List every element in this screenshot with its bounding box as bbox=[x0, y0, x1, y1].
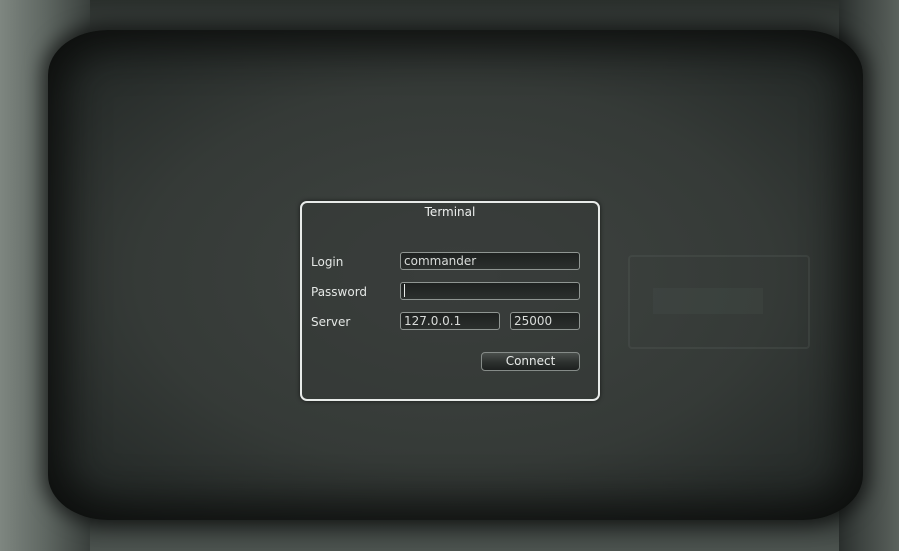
login-input-value: commander bbox=[404, 254, 477, 268]
dialog-title: Terminal bbox=[424, 205, 476, 219]
text-caret bbox=[404, 284, 405, 297]
terminal-login-dialog: Terminal Login commander Password Server… bbox=[300, 201, 600, 401]
server-label: Server bbox=[311, 315, 351, 329]
server-host-value: 127.0.0.1 bbox=[404, 314, 462, 328]
crt-monitor: Terminal Login commander Password Server… bbox=[0, 0, 899, 551]
password-input[interactable] bbox=[400, 282, 580, 300]
server-port-input[interactable]: 25000 bbox=[510, 312, 580, 330]
login-input[interactable]: commander bbox=[400, 252, 580, 270]
server-port-value: 25000 bbox=[514, 314, 553, 328]
login-label: Login bbox=[311, 255, 344, 269]
screen-ghost-block bbox=[653, 288, 763, 314]
password-label: Password bbox=[311, 285, 368, 299]
connect-button[interactable]: Connect bbox=[481, 352, 580, 371]
server-host-input[interactable]: 127.0.0.1 bbox=[400, 312, 500, 330]
